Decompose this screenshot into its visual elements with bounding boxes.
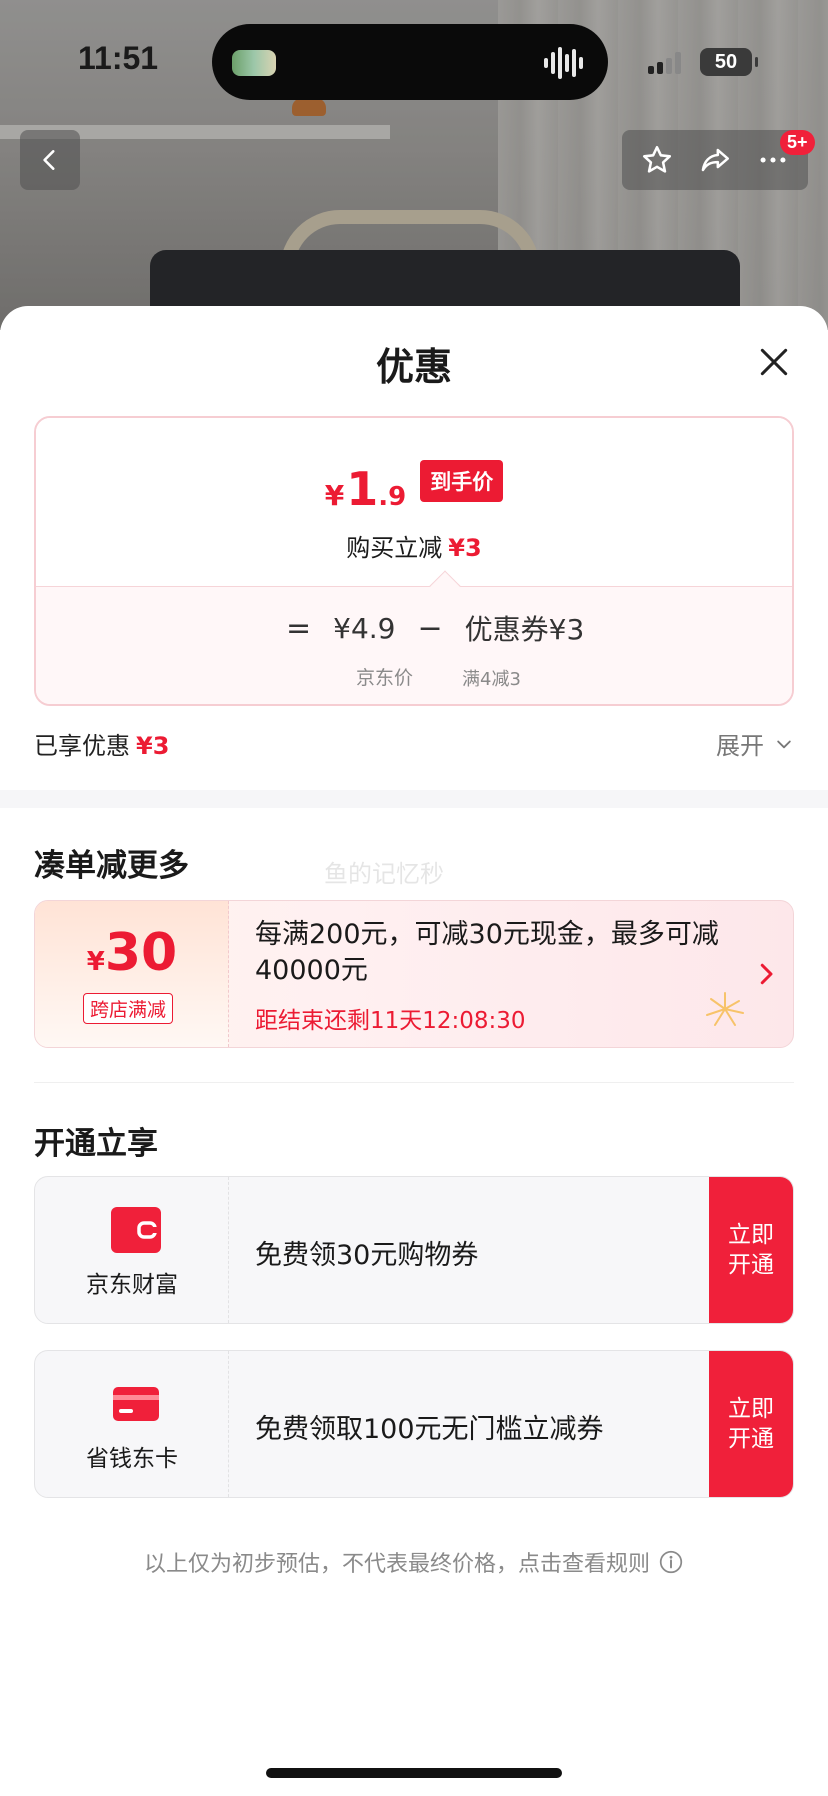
promo-amount-value: 30 (104, 923, 178, 983)
section-divider (34, 1082, 794, 1083)
watermark-text: 鱼的记忆秒 (324, 860, 444, 888)
share-icon (701, 148, 730, 172)
back-button[interactable] (20, 130, 80, 190)
cellular-signal-icon (648, 52, 681, 74)
jd-wealth-brand: 京东财富 (35, 1177, 229, 1323)
chevron-right-icon (760, 963, 773, 985)
share-button[interactable] (695, 140, 735, 180)
formula-equals: = (286, 610, 312, 646)
enjoyed-label: 已享优惠 (34, 732, 130, 760)
section-separator (0, 790, 828, 808)
saving-card-desc: 免费领取100元无门槛立减券 (255, 1414, 604, 1445)
chevron-left-icon (43, 150, 55, 170)
credit-card-icon (113, 1387, 159, 1421)
coupon-value: 优惠券¥3 (464, 613, 585, 646)
dynamic-island (212, 24, 608, 100)
price-decimal: .9 (378, 482, 407, 512)
favorite-button[interactable] (637, 140, 677, 180)
formula-minus: − (417, 610, 443, 646)
promo-description: 每满200元，可减30元现金，最多可减40000元 (255, 919, 719, 986)
jd-price-value: ¥4.9 (333, 611, 396, 645)
more-discount-title: 凑单减更多 (34, 848, 189, 884)
media-thumbnail (232, 50, 276, 76)
message-count-badge: 5+ (780, 130, 815, 155)
expand-label: 展开 (716, 732, 764, 760)
jd-wealth-desc: 免费领30元购物券 (255, 1240, 479, 1271)
saving-card-brand: 省钱东卡 (35, 1351, 229, 1497)
saving-card-name: 省钱东卡 (86, 1446, 178, 1472)
status-time: 11:51 (78, 40, 159, 76)
promo-currency: ¥ (86, 947, 105, 977)
close-icon (760, 348, 788, 376)
instant-discount-label: 购买立减 (346, 534, 443, 562)
audio-wave-icon (544, 46, 584, 80)
discount-sheet: 优惠 ¥ 1 .9 到手价 购买立减 ¥3 = ¥4.9 − 优惠券¥3 京东价… (0, 306, 828, 1796)
jd-price-label: 京东价 (356, 667, 414, 689)
enjoyed-discount: 已享优惠 ¥3 (34, 726, 169, 761)
close-button[interactable] (754, 342, 794, 382)
price-formula: = ¥4.9 − 优惠券¥3 (286, 608, 584, 648)
final-price: ¥ 1 .9 (325, 462, 406, 516)
cross-store-promo-card[interactable]: ¥30 跨店满减 每满200元，可减30元现金，最多可减40000元 距结束还剩… (34, 900, 794, 1048)
jd-wealth-open-button[interactable]: 立即开通 (709, 1177, 793, 1323)
promo-type-tag: 跨店满减 (83, 993, 174, 1024)
price-integer: 1 (346, 462, 379, 516)
promo-amount: ¥30 (35, 923, 229, 983)
promo-countdown: 距结束还剩11天12:08:30 (255, 1008, 526, 1034)
saving-card-open-button[interactable]: 立即开通 (709, 1351, 793, 1497)
final-price-tag: 到手价 (420, 460, 504, 502)
battery-indicator: 50 (700, 48, 758, 76)
saving-card: 省钱东卡 免费领取100元无门槛立减券 立即开通 (34, 1350, 794, 1498)
price-card-upper: ¥ 1 .9 到手价 购买立减 ¥3 (36, 418, 792, 586)
expand-toggle[interactable]: 展开 (716, 726, 794, 761)
final-price-row: ¥ 1 .9 到手价 (36, 460, 792, 516)
open-benefits-title: 开通立享 (34, 1126, 158, 1162)
jd-wealth-name: 京东财富 (86, 1272, 178, 1298)
rules-footnote[interactable]: 以上仅为初步预估，不代表最终价格，点击查看规则 (0, 1546, 828, 1578)
chevron-down-icon (777, 740, 791, 748)
price-currency: ¥ (324, 479, 345, 512)
info-icon (659, 1550, 683, 1574)
sheet-title: 优惠 (375, 345, 452, 389)
instant-discount-value: ¥3 (448, 534, 482, 562)
enjoyed-value: ¥3 (136, 732, 170, 760)
price-breakdown-card: ¥ 1 .9 到手价 购买立减 ¥3 = ¥4.9 − 优惠券¥3 京东价 满4减… (34, 416, 794, 706)
star-icon (642, 145, 672, 173)
instant-discount-line: 购买立减 ¥3 (36, 528, 792, 563)
footnote-text: 以上仅为初步预估，不代表最终价格，点击查看规则 (143, 1552, 650, 1577)
wallet-icon (111, 1207, 161, 1253)
jd-wealth-card: 京东财富 免费领30元购物券 立即开通 (34, 1176, 794, 1324)
coupon-rule-label: 满4减3 (462, 669, 521, 690)
home-indicator (266, 1768, 562, 1778)
